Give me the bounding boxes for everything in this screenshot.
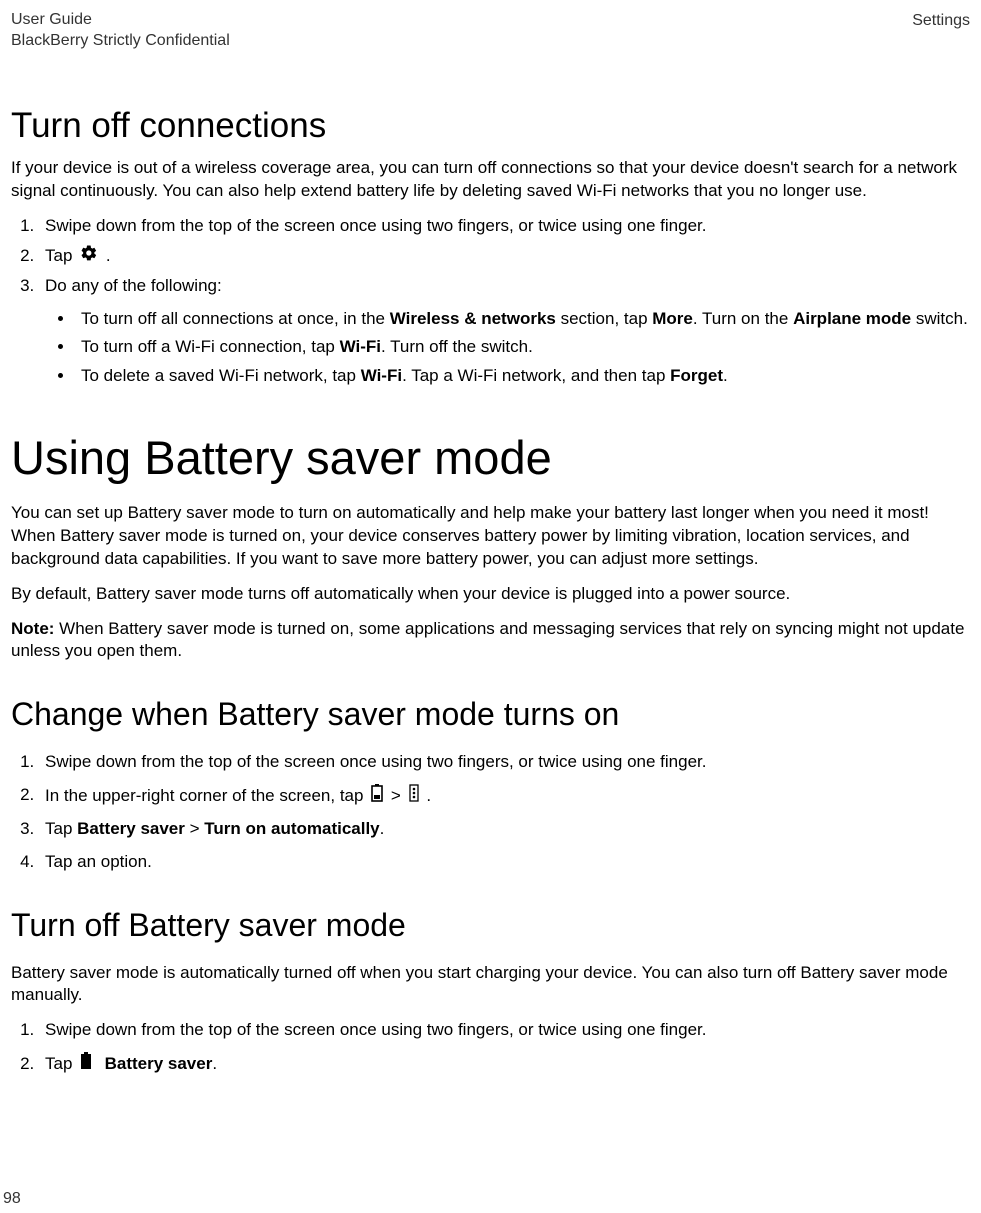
paragraph: By default, Battery saver mode turns off… (11, 583, 970, 606)
text-bold: Turn on automatically (204, 819, 379, 838)
text: To delete a saved Wi-Fi network, tap (81, 366, 361, 385)
settings-gear-icon (80, 244, 98, 269)
text-bold: Battery saver (105, 1054, 213, 1073)
paragraph: Battery saver mode is automatically turn… (11, 962, 970, 1008)
text: . (380, 819, 385, 838)
text: Do any of the following: (45, 276, 222, 295)
list-item: Tap . (39, 244, 970, 269)
list-item: To turn off a Wi-Fi connection, tap Wi-F… (75, 336, 970, 359)
text: In the upper-right corner of the screen,… (45, 785, 368, 804)
text-bold: More (652, 309, 693, 328)
note-label: Note: (11, 619, 54, 638)
header-confidential: BlackBerry Strictly Confidential (11, 31, 230, 52)
unordered-list: To turn off all connections at once, in … (45, 308, 970, 389)
text: . (212, 1054, 217, 1073)
list-item: To delete a saved Wi-Fi network, tap Wi-… (75, 365, 970, 388)
heading-using-battery-saver: Using Battery saver mode (11, 426, 970, 489)
battery-full-icon (80, 1052, 92, 1077)
text-bold: Forget (670, 366, 723, 385)
battery-icon (371, 784, 383, 809)
text: section, tap (556, 309, 652, 328)
more-vertical-icon (409, 784, 419, 809)
heading-change-when-battery-saver: Change when Battery saver mode turns on (11, 693, 970, 736)
text: . Turn on the (693, 309, 793, 328)
header-section: Settings (912, 10, 970, 52)
text-bold: Battery saver (77, 819, 185, 838)
text-bold: Wireless & networks (390, 309, 556, 328)
text: . (723, 366, 728, 385)
list-item: Swipe down from the top of the screen on… (39, 1019, 970, 1042)
list-item: Tap Battery saver. (39, 1052, 970, 1077)
list-item: Swipe down from the top of the screen on… (39, 751, 970, 774)
list-item: Swipe down from the top of the screen on… (39, 215, 970, 238)
text: . Turn off the switch. (381, 337, 533, 356)
text: . Tap a Wi-Fi network, and then tap (402, 366, 670, 385)
text-bold: Wi-Fi (340, 337, 381, 356)
paragraph-note: Note: When Battery saver mode is turned … (11, 618, 970, 664)
heading-turn-off-connections: Turn off connections (11, 102, 970, 149)
ordered-list: Swipe down from the top of the screen on… (11, 751, 970, 875)
list-item: In the upper-right corner of the screen,… (39, 784, 970, 809)
text: To turn off all connections at once, in … (81, 309, 390, 328)
header-title: User Guide (11, 10, 230, 31)
text: > (185, 819, 204, 838)
paragraph: You can set up Battery saver mode to tur… (11, 502, 970, 571)
paragraph: If your device is out of a wireless cove… (11, 157, 970, 203)
note-text: When Battery saver mode is turned on, so… (11, 619, 964, 661)
text: Tap (45, 819, 77, 838)
text: Tap (45, 1054, 77, 1073)
text-bold: Wi-Fi (361, 366, 402, 385)
ordered-list: Swipe down from the top of the screen on… (11, 215, 970, 389)
text: To turn off a Wi-Fi connection, tap (81, 337, 340, 356)
text: > (391, 785, 406, 804)
text: . (106, 246, 111, 265)
page-header: User Guide BlackBerry Strictly Confident… (11, 10, 970, 52)
heading-turn-off-battery-saver: Turn off Battery saver mode (11, 904, 970, 947)
text-bold: Airplane mode (793, 309, 911, 328)
text: switch. (911, 309, 968, 328)
page-number: 98 (3, 1188, 21, 1210)
list-item: Tap Battery saver > Turn on automaticall… (39, 818, 970, 841)
text: Tap (45, 246, 77, 265)
ordered-list: Swipe down from the top of the screen on… (11, 1019, 970, 1077)
list-item: Do any of the following: To turn off all… (39, 275, 970, 389)
text: . (426, 785, 431, 804)
list-item: To turn off all connections at once, in … (75, 308, 970, 331)
list-item: Tap an option. (39, 851, 970, 874)
